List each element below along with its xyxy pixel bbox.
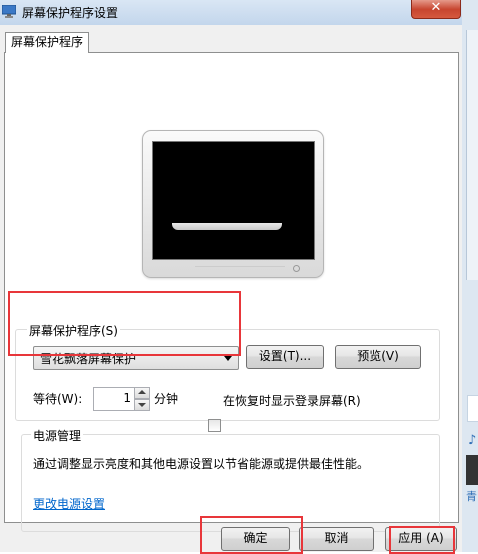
background-music-icon: ♪: [468, 433, 477, 448]
highlight-box-apply: [389, 526, 455, 554]
arrow-up-icon: [138, 390, 146, 394]
resume-login-checkbox[interactable]: [208, 419, 221, 432]
monitor-bezel-slot: [195, 266, 285, 270]
tab-panel: 屏幕保护程序(S) 雪花飘落屏幕保护 设置(T)... 预览(V) 等待(W):…: [4, 52, 459, 532]
background-panel: [466, 30, 478, 280]
wait-minutes-value: 1: [123, 391, 131, 405]
wait-label: 等待(W):: [33, 392, 83, 406]
background-thumbnail: [466, 455, 478, 485]
window-title: 屏幕保护程序设置: [22, 6, 119, 20]
screensaver-app-icon: [2, 5, 16, 18]
preview-button[interactable]: 预览(V): [335, 345, 421, 369]
spin-up-button[interactable]: [134, 387, 150, 399]
spin-down-button[interactable]: [134, 399, 150, 411]
preview-screen: [152, 141, 315, 260]
tab-screensaver[interactable]: 屏幕保护程序: [5, 32, 90, 53]
power-description: 通过调整显示亮度和其他电源设置以节省能源或提供最佳性能。: [33, 457, 370, 471]
dialog-body: 屏幕保护程序 屏幕保护程序(S) 雪花飘落屏幕保护 设置(T)... 预览(V)…: [0, 25, 462, 552]
dropdown-arrow-icon: [224, 356, 232, 361]
wait-minutes-input[interactable]: 1: [93, 387, 136, 411]
highlight-box-ok: [200, 516, 303, 554]
highlight-box-screensaver: [8, 291, 241, 356]
monitor-stand: [172, 223, 282, 230]
cancel-button[interactable]: 取消: [299, 527, 374, 551]
close-button[interactable]: ✕: [411, 0, 461, 19]
title-bar: 屏幕保护程序设置 ✕: [0, 0, 478, 25]
resume-login-label[interactable]: 在恢复时显示登录屏幕(R): [223, 392, 361, 409]
background-window-text: 青: [466, 490, 477, 503]
monitor-preview: [142, 130, 324, 278]
settings-button[interactable]: 设置(T)...: [246, 345, 324, 369]
wait-unit: 分钟: [154, 392, 179, 406]
change-power-settings-link[interactable]: 更改电源设置: [33, 495, 105, 512]
power-group-label: 电源管理: [31, 427, 84, 444]
background-panel: [467, 395, 478, 422]
power-led-icon: [293, 265, 300, 272]
background-window-strip: ♪ 青: [462, 0, 478, 552]
arrow-down-icon: [138, 403, 146, 407]
